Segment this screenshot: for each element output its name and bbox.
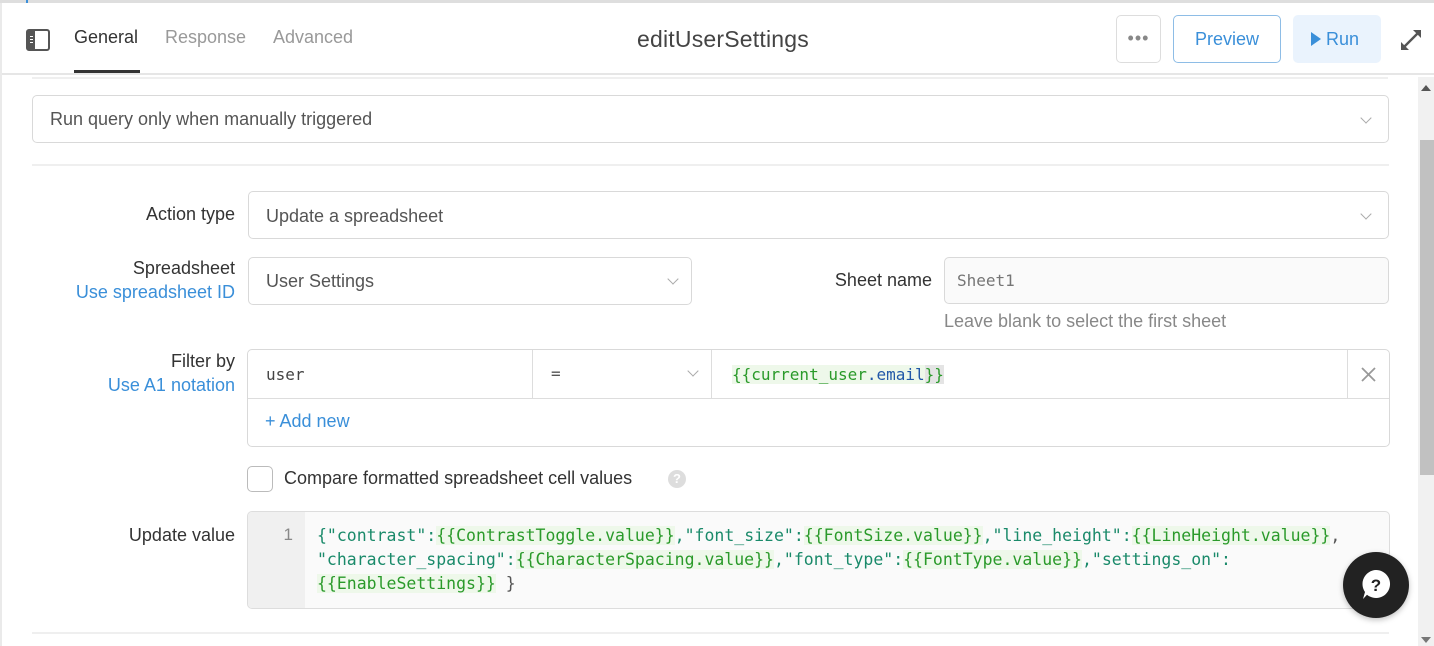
code-template: {{EnableSettings}} (317, 574, 496, 593)
remove-filter-button[interactable] (1347, 350, 1389, 399)
code-token: , (1330, 526, 1341, 545)
filter-column-input[interactable]: user (266, 365, 305, 384)
update-value-label: Update value (128, 525, 235, 545)
expand-icon[interactable] (1398, 27, 1424, 53)
chat-help-icon: ? (1362, 570, 1391, 599)
help-chat-button[interactable]: ? (1343, 552, 1409, 618)
more-options-button[interactable]: ••• (1116, 15, 1161, 63)
code-template-prop: value (605, 526, 655, 545)
code-token: ,"font_size": (674, 526, 804, 545)
section-divider-bottom (32, 632, 1389, 634)
filter-row: user = {{current_user.email}} (248, 350, 1389, 399)
template-dot: . (866, 365, 877, 384)
code-template: {{FontSize. (803, 526, 914, 545)
code-content[interactable]: {"contrast":{{ContrastToggle.value}},"fo… (317, 524, 1340, 596)
code-token: ,"font_type": (773, 550, 904, 569)
chevron-down-icon (1360, 208, 1372, 220)
use-a1-notation-link[interactable]: Use A1 notation (32, 375, 235, 396)
chevron-down-icon (667, 273, 679, 285)
code-token: ,"settings_on": (1081, 550, 1231, 569)
section-divider-top (32, 77, 1388, 79)
sheet-name-hint: Leave blank to select the first sheet (944, 311, 1227, 331)
active-tab-indicator (74, 70, 140, 73)
preview-button[interactable]: Preview (1173, 15, 1281, 63)
close-icon (1361, 367, 1376, 382)
ellipsis-icon: ••• (1127, 28, 1150, 48)
code-token: {"contrast": (317, 526, 437, 545)
compare-formatted-label: Compare formatted spreadsheet cell value… (284, 468, 633, 488)
code-template-prop: value (1260, 526, 1311, 545)
code-template: {{FontType. (903, 550, 1013, 569)
code-template-prop: value (1012, 550, 1063, 569)
code-template: }} (1310, 526, 1331, 545)
code-template: }} (1062, 550, 1082, 569)
code-template: {{LineHeight. (1131, 526, 1261, 545)
sheet-name-input[interactable] (944, 257, 1389, 304)
code-token: ,"line_height": (982, 526, 1132, 545)
code-template: }} (654, 526, 675, 545)
code-template: }} (962, 526, 983, 545)
update-value-editor[interactable]: 1 {"contrast":{{ContrastToggle.value}},"… (247, 511, 1390, 609)
code-template-prop: value (913, 526, 963, 545)
scrollbar-thumb[interactable] (1420, 140, 1434, 475)
spreadsheet-label: Spreadsheet (132, 258, 235, 278)
scroll-down-arrow-icon[interactable] (1421, 637, 1431, 643)
code-token: } (495, 574, 516, 593)
template-property: email (876, 365, 925, 384)
query-form: Run query only when manually triggered A… (2, 77, 1418, 646)
action-type-label: Action type (145, 204, 235, 224)
template-close: }} (924, 365, 944, 384)
code-token: "character_spacing": (317, 550, 516, 569)
template-open: {{ (732, 365, 752, 384)
spreadsheet-value: User Settings (266, 271, 375, 291)
filter-value-input[interactable]: {{current_user.email}} (732, 365, 944, 384)
run-button[interactable]: Run (1293, 15, 1381, 63)
run-label: Run (1326, 29, 1360, 49)
action-type-value: Update a spreadsheet (266, 206, 444, 226)
filter-table: user = {{current_user.email}} + Add new (247, 349, 1390, 447)
play-icon (1311, 32, 1321, 46)
template-object: current_user (751, 365, 867, 384)
add-filter-button[interactable]: + Add new (265, 411, 350, 432)
vertical-scrollbar[interactable] (1418, 77, 1434, 646)
action-type-select[interactable]: Update a spreadsheet (248, 191, 1389, 239)
line-number: 1 (283, 525, 293, 544)
chevron-down-icon (1360, 112, 1372, 124)
chevron-down-icon (687, 365, 699, 377)
sheet-name-label: Sheet name (834, 270, 932, 290)
trigger-mode-value: Run query only when manually triggered (50, 109, 373, 129)
code-template: {{ContrastToggle. (436, 526, 606, 545)
use-spreadsheet-id-link[interactable]: Use spreadsheet ID (32, 282, 235, 303)
help-icon[interactable]: ? (668, 470, 686, 488)
line-number-gutter: 1 (248, 512, 305, 608)
svg-text:?: ? (1371, 576, 1381, 595)
filter-operator-value: = (551, 364, 561, 383)
compare-formatted-checkbox[interactable] (247, 466, 273, 492)
filter-by-label: Filter by (170, 351, 235, 371)
query-editor-header: General Response Advanced editUserSettin… (2, 3, 1434, 75)
spreadsheet-select[interactable]: User Settings (248, 257, 692, 305)
section-divider (32, 164, 1389, 166)
scroll-up-arrow-icon[interactable] (1421, 85, 1431, 91)
filter-operator-select[interactable]: = (532, 350, 712, 399)
code-template: {{CharacterSpacing. (515, 550, 705, 569)
trigger-mode-select[interactable]: Run query only when manually triggered (32, 95, 1389, 143)
code-template: }} (754, 550, 774, 569)
code-template-prop: value (704, 550, 755, 569)
